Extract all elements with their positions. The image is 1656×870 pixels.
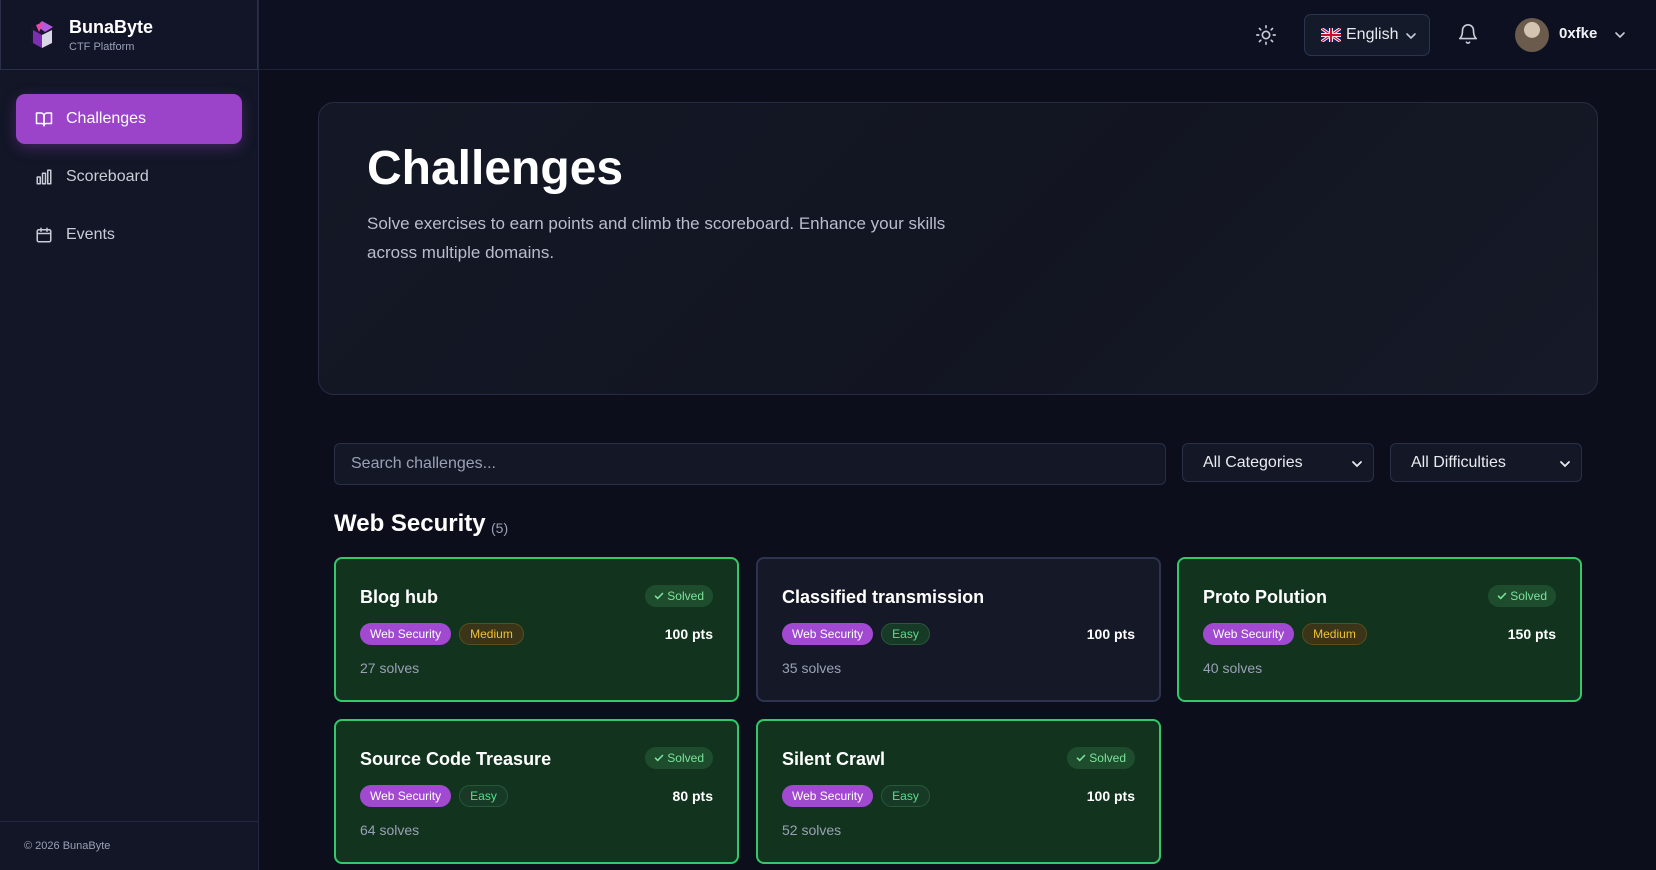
challenge-card-classified-transmission[interactable]: Classified transmission Web Security Eas… [756, 557, 1161, 702]
page-title: Challenges [367, 142, 624, 195]
solved-label: Solved [1510, 589, 1547, 603]
solved-badge: Solved [1067, 747, 1135, 769]
topbar: English 0xfke [259, 0, 1656, 70]
difficulty-tag: Easy [881, 623, 930, 645]
challenge-tags: Web Security Medium [1203, 623, 1375, 645]
challenge-solves: 52 solves [782, 822, 842, 838]
challenge-title: Proto Polution [1203, 587, 1327, 607]
category-tag: Web Security [1203, 623, 1295, 645]
avatar[interactable] [1515, 18, 1549, 52]
sidebar-item-label: Scoreboard [66, 168, 149, 185]
bar-chart-icon [34, 167, 54, 187]
sun-icon[interactable] [1255, 24, 1277, 46]
chevron-down-icon [1560, 461, 1570, 468]
calendar-icon [34, 225, 54, 245]
chevron-down-icon [1352, 461, 1362, 468]
page-description: Solve exercises to earn points and climb… [367, 214, 946, 262]
chevron-down-icon [1406, 33, 1416, 40]
category-tag: Web Security [360, 623, 452, 645]
difficulty-tag: Medium [1302, 623, 1367, 645]
challenge-solves: 27 solves [360, 660, 420, 676]
challenge-title: Classified transmission [782, 587, 985, 607]
solved-badge: Solved [645, 747, 713, 769]
section-title: Web Security [334, 510, 486, 537]
solved-label: Solved [667, 751, 704, 765]
challenge-solves: 35 solves [782, 660, 842, 676]
username[interactable]: 0xfke [1559, 25, 1597, 42]
challenge-points: 100 pts [664, 626, 713, 642]
challenge-solves: 40 solves [1203, 660, 1263, 676]
language-label: English [1346, 26, 1399, 43]
chevron-down-icon[interactable] [1614, 29, 1626, 41]
brand-logo-icon [31, 20, 53, 49]
sidebar-item-label: Events [66, 226, 115, 243]
challenge-card-silent-crawl[interactable]: Silent Crawl Solved Web Security Easy 10… [756, 719, 1161, 864]
challenge-points: 80 pts [672, 788, 713, 804]
brand-name: BunaByte [69, 16, 154, 37]
category-select-value: All Categories [1203, 453, 1303, 471]
bell-icon[interactable] [1457, 23, 1479, 45]
challenge-tags: Web Security Easy [782, 623, 938, 645]
category-tag: Web Security [360, 785, 452, 807]
copyright-text: © 2026 BunaByte [24, 840, 111, 852]
check-icon [654, 754, 664, 762]
sidebar-item-scoreboard[interactable]: Scoreboard [16, 152, 242, 202]
challenge-points: 100 pts [1086, 788, 1135, 804]
challenge-card-blog-hub[interactable]: Blog hub Solved Web Security Medium 100 … [334, 557, 739, 702]
challenge-solves: 64 solves [360, 822, 420, 838]
check-icon [654, 592, 664, 600]
check-icon [1076, 754, 1086, 762]
hero-panel: Challenges Solve exercises to earn point… [318, 102, 1598, 395]
challenge-points: 100 pts [1086, 626, 1135, 642]
category-tag: Web Security [782, 623, 874, 645]
solved-label: Solved [667, 589, 704, 603]
difficulty-select[interactable]: All Difficulties [1390, 443, 1582, 482]
sidebar-item-events[interactable]: Events [16, 210, 242, 260]
sidebar-item-label: Challenges [66, 110, 147, 127]
language-select[interactable]: English [1304, 14, 1430, 56]
challenge-title: Blog hub [360, 587, 438, 607]
solved-label: Solved [1089, 751, 1126, 765]
brand-subtitle: CTF Platform [69, 40, 135, 53]
difficulty-tag: Medium [459, 623, 524, 645]
uk-flag-icon [1321, 28, 1341, 42]
app-root: BunaByte CTF Platform Challenges Scorebo… [0, 0, 1656, 870]
sidebar-item-challenges[interactable]: Challenges [16, 94, 242, 144]
challenge-card-proto-polution[interactable]: Proto Polution Solved Web Security Mediu… [1177, 557, 1582, 702]
difficulty-tag: Easy [881, 785, 930, 807]
brand[interactable]: BunaByte CTF Platform [0, 0, 258, 70]
category-tag: Web Security [782, 785, 874, 807]
challenge-tags: Web Security Easy [360, 785, 516, 807]
challenge-title: Source Code Treasure [360, 749, 552, 769]
challenge-tags: Web Security Easy [782, 785, 938, 807]
challenge-points: 150 pts [1507, 626, 1556, 642]
solved-badge: Solved [645, 585, 713, 607]
sidebar-nav: Challenges Scoreboard Events [0, 70, 258, 260]
challenge-card-source-code-treasure[interactable]: Source Code Treasure Solved Web Security… [334, 719, 739, 864]
challenge-tags: Web Security Medium [360, 623, 532, 645]
section-count: (5) [491, 520, 509, 536]
sidebar: BunaByte CTF Platform Challenges Scorebo… [0, 0, 259, 870]
difficulty-select-value: All Difficulties [1411, 453, 1506, 471]
difficulty-tag: Easy [459, 785, 508, 807]
book-icon [34, 109, 54, 129]
search-input[interactable] [334, 443, 1166, 485]
challenge-title: Silent Crawl [782, 749, 886, 769]
check-icon [1497, 592, 1507, 600]
solved-badge: Solved [1488, 585, 1556, 607]
category-select[interactable]: All Categories [1182, 443, 1374, 482]
sidebar-footer: © 2026 BunaByte [0, 821, 259, 870]
